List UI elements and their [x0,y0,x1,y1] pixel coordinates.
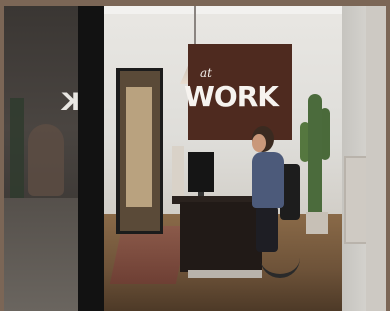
plant-pot [306,212,328,234]
cactus-plant [308,94,322,226]
computer-monitor [188,152,214,192]
right-pillar [366,6,386,311]
desk-base [188,270,262,278]
glass-lower-panel [4,198,78,311]
rug [109,226,189,284]
reception-desk [180,202,262,272]
office-reception-photo: at WORK K [4,6,386,311]
wall-sign-main-text: WORK [184,80,279,113]
doorway-interior [126,87,152,207]
reflected-person [28,124,64,196]
reflected-sign-text: K [61,88,80,116]
desk-side-panel [172,146,184,198]
person-face [252,134,266,152]
window-mullion [78,6,104,311]
doorway [116,68,163,234]
reflected-plant [10,98,24,208]
photo-frame: at WORK K [0,0,390,311]
person-legs [256,206,278,252]
person-body [252,152,284,208]
